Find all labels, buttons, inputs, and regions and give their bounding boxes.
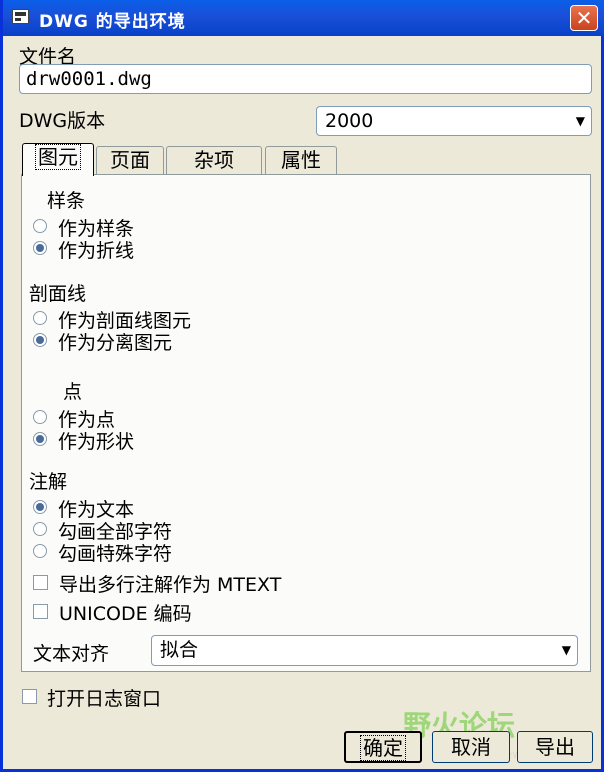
title-bar[interactable]: DWG 的导出环境 ✕ (3, 0, 604, 36)
unicode-label[interactable]: UNICODE 编码 (59, 599, 192, 626)
dwg-version-select[interactable]: 2000 ▼ (316, 106, 592, 136)
ok-button[interactable]: 确定 (344, 731, 422, 763)
mtext-label[interactable]: 导出多行注解作为 MTEXT (59, 570, 281, 597)
text-align-select[interactable]: 拟合 ▼ (151, 635, 578, 666)
tab-page[interactable]: 页面 (96, 146, 164, 174)
mtext-checkbox[interactable] (33, 575, 48, 590)
hatch-as-hatch-radio[interactable] (33, 311, 47, 325)
close-button[interactable]: ✕ (570, 5, 598, 31)
dialog-icon (12, 9, 29, 24)
point-as-shape-radio[interactable] (33, 432, 47, 446)
tab-misc[interactable]: 杂项 (166, 146, 262, 174)
dwg-version-label: DWG版本 (19, 110, 106, 132)
point-heading: 点 (63, 381, 83, 403)
spline-heading: 样条 (47, 190, 86, 212)
tab-attributes[interactable]: 属性 (265, 146, 337, 174)
notes-heading: 注解 (29, 471, 68, 493)
hatch-as-separate-label[interactable]: 作为分离图元 (58, 328, 172, 355)
text-align-label: 文本对齐 (33, 643, 110, 665)
hatch-as-separate-radio[interactable] (33, 333, 47, 347)
chevron-down-icon[interactable]: ▼ (562, 636, 571, 664)
spline-as-spline-radio[interactable] (33, 219, 47, 233)
cancel-button[interactable]: 取消 (432, 731, 510, 763)
point-as-point-radio[interactable] (33, 410, 47, 424)
spline-as-polyline-label[interactable]: 作为折线 (58, 236, 134, 263)
chevron-down-icon[interactable]: ▼ (576, 107, 585, 135)
filename-input[interactable]: drw0001.dwg (19, 64, 592, 94)
tab-elements[interactable]: 图元 (22, 143, 94, 176)
dwg-version-value: 2000 (325, 110, 374, 132)
notes-stroke-all-radio[interactable] (33, 522, 47, 536)
hatch-heading: 剖面线 (29, 283, 87, 305)
export-button[interactable]: 导出 (517, 731, 593, 763)
dwg-export-dialog: DWG 的导出环境 ✕ 文件名 drw0001.dwg DWG版本 2000 ▼… (0, 0, 604, 772)
notes-as-text-radio[interactable] (33, 500, 47, 514)
spline-as-polyline-radio[interactable] (33, 241, 47, 255)
log-window-checkbox[interactable] (22, 689, 37, 704)
log-window-label[interactable]: 打开日志窗口 (47, 684, 161, 711)
notes-stroke-special-label[interactable]: 勾画特殊字符 (58, 539, 172, 566)
notes-stroke-special-radio[interactable] (33, 544, 47, 558)
dialog-title: DWG 的导出环境 (39, 12, 186, 32)
unicode-checkbox[interactable] (33, 604, 48, 619)
point-as-shape-label[interactable]: 作为形状 (58, 427, 134, 454)
text-align-value: 拟合 (160, 639, 199, 661)
